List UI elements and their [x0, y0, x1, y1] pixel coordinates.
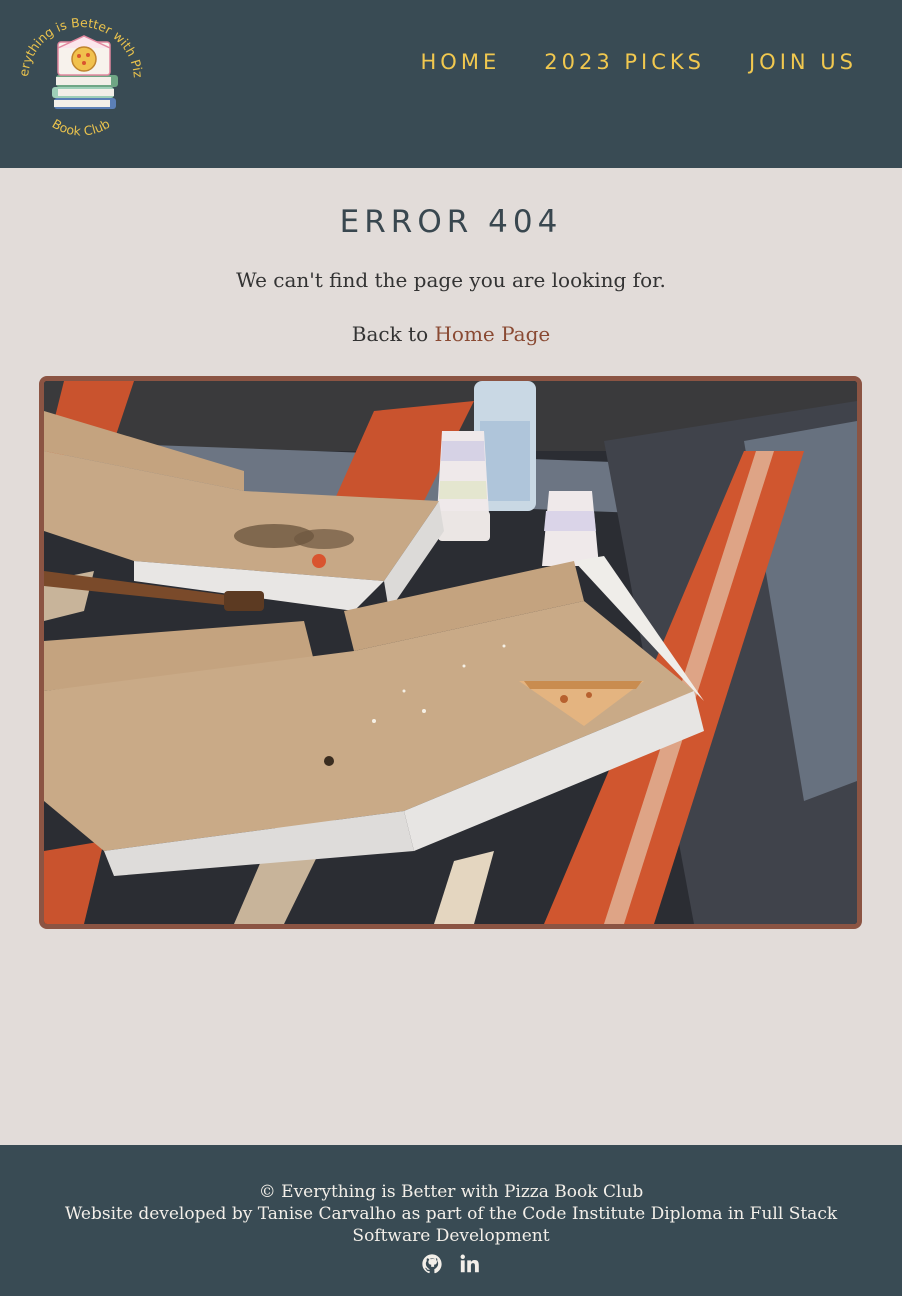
- nav-join-us[interactable]: JOIN US: [749, 50, 857, 74]
- copyright-text: © Everything is Better with Pizza Book C…: [258, 1182, 644, 1202]
- home-page-link[interactable]: Home Page: [434, 322, 550, 346]
- back-text: Back to Home Page: [0, 322, 902, 346]
- social-links: [0, 1253, 902, 1275]
- site-header: Everything is Better with Pizza Book Clu…: [0, 0, 902, 168]
- main-nav: HOME 2023 PICKS JOIN US: [421, 50, 857, 74]
- github-icon-graphic: [422, 1254, 442, 1274]
- logo[interactable]: Everything is Better with Pizza Book Clu…: [10, 0, 148, 142]
- error-image: [39, 376, 862, 929]
- back-prefix: Back to: [351, 322, 435, 346]
- error-message: We can't find the page you are looking f…: [236, 268, 666, 292]
- credit-text: Website developed by Tanise Carvalho as …: [64, 1204, 838, 1246]
- main-content: ERROR 404 We can't find the page you are…: [0, 168, 902, 1145]
- logo-text-bottom: Book Club: [50, 116, 113, 139]
- site-footer: © Everything is Better with Pizza Book C…: [0, 1145, 902, 1296]
- linkedin-icon-graphic: [460, 1254, 479, 1273]
- logo-graphic: Everything is Better with Pizza Book Clu…: [10, 0, 146, 139]
- linkedin-icon[interactable]: [459, 1253, 481, 1275]
- nav-2023-picks[interactable]: 2023 PICKS: [544, 50, 705, 74]
- photo-of-empty-pizza-boxes-on-rug: [44, 381, 857, 924]
- github-icon[interactable]: [421, 1253, 443, 1275]
- page-title: ERROR 404: [339, 204, 563, 240]
- nav-home[interactable]: HOME: [421, 50, 501, 74]
